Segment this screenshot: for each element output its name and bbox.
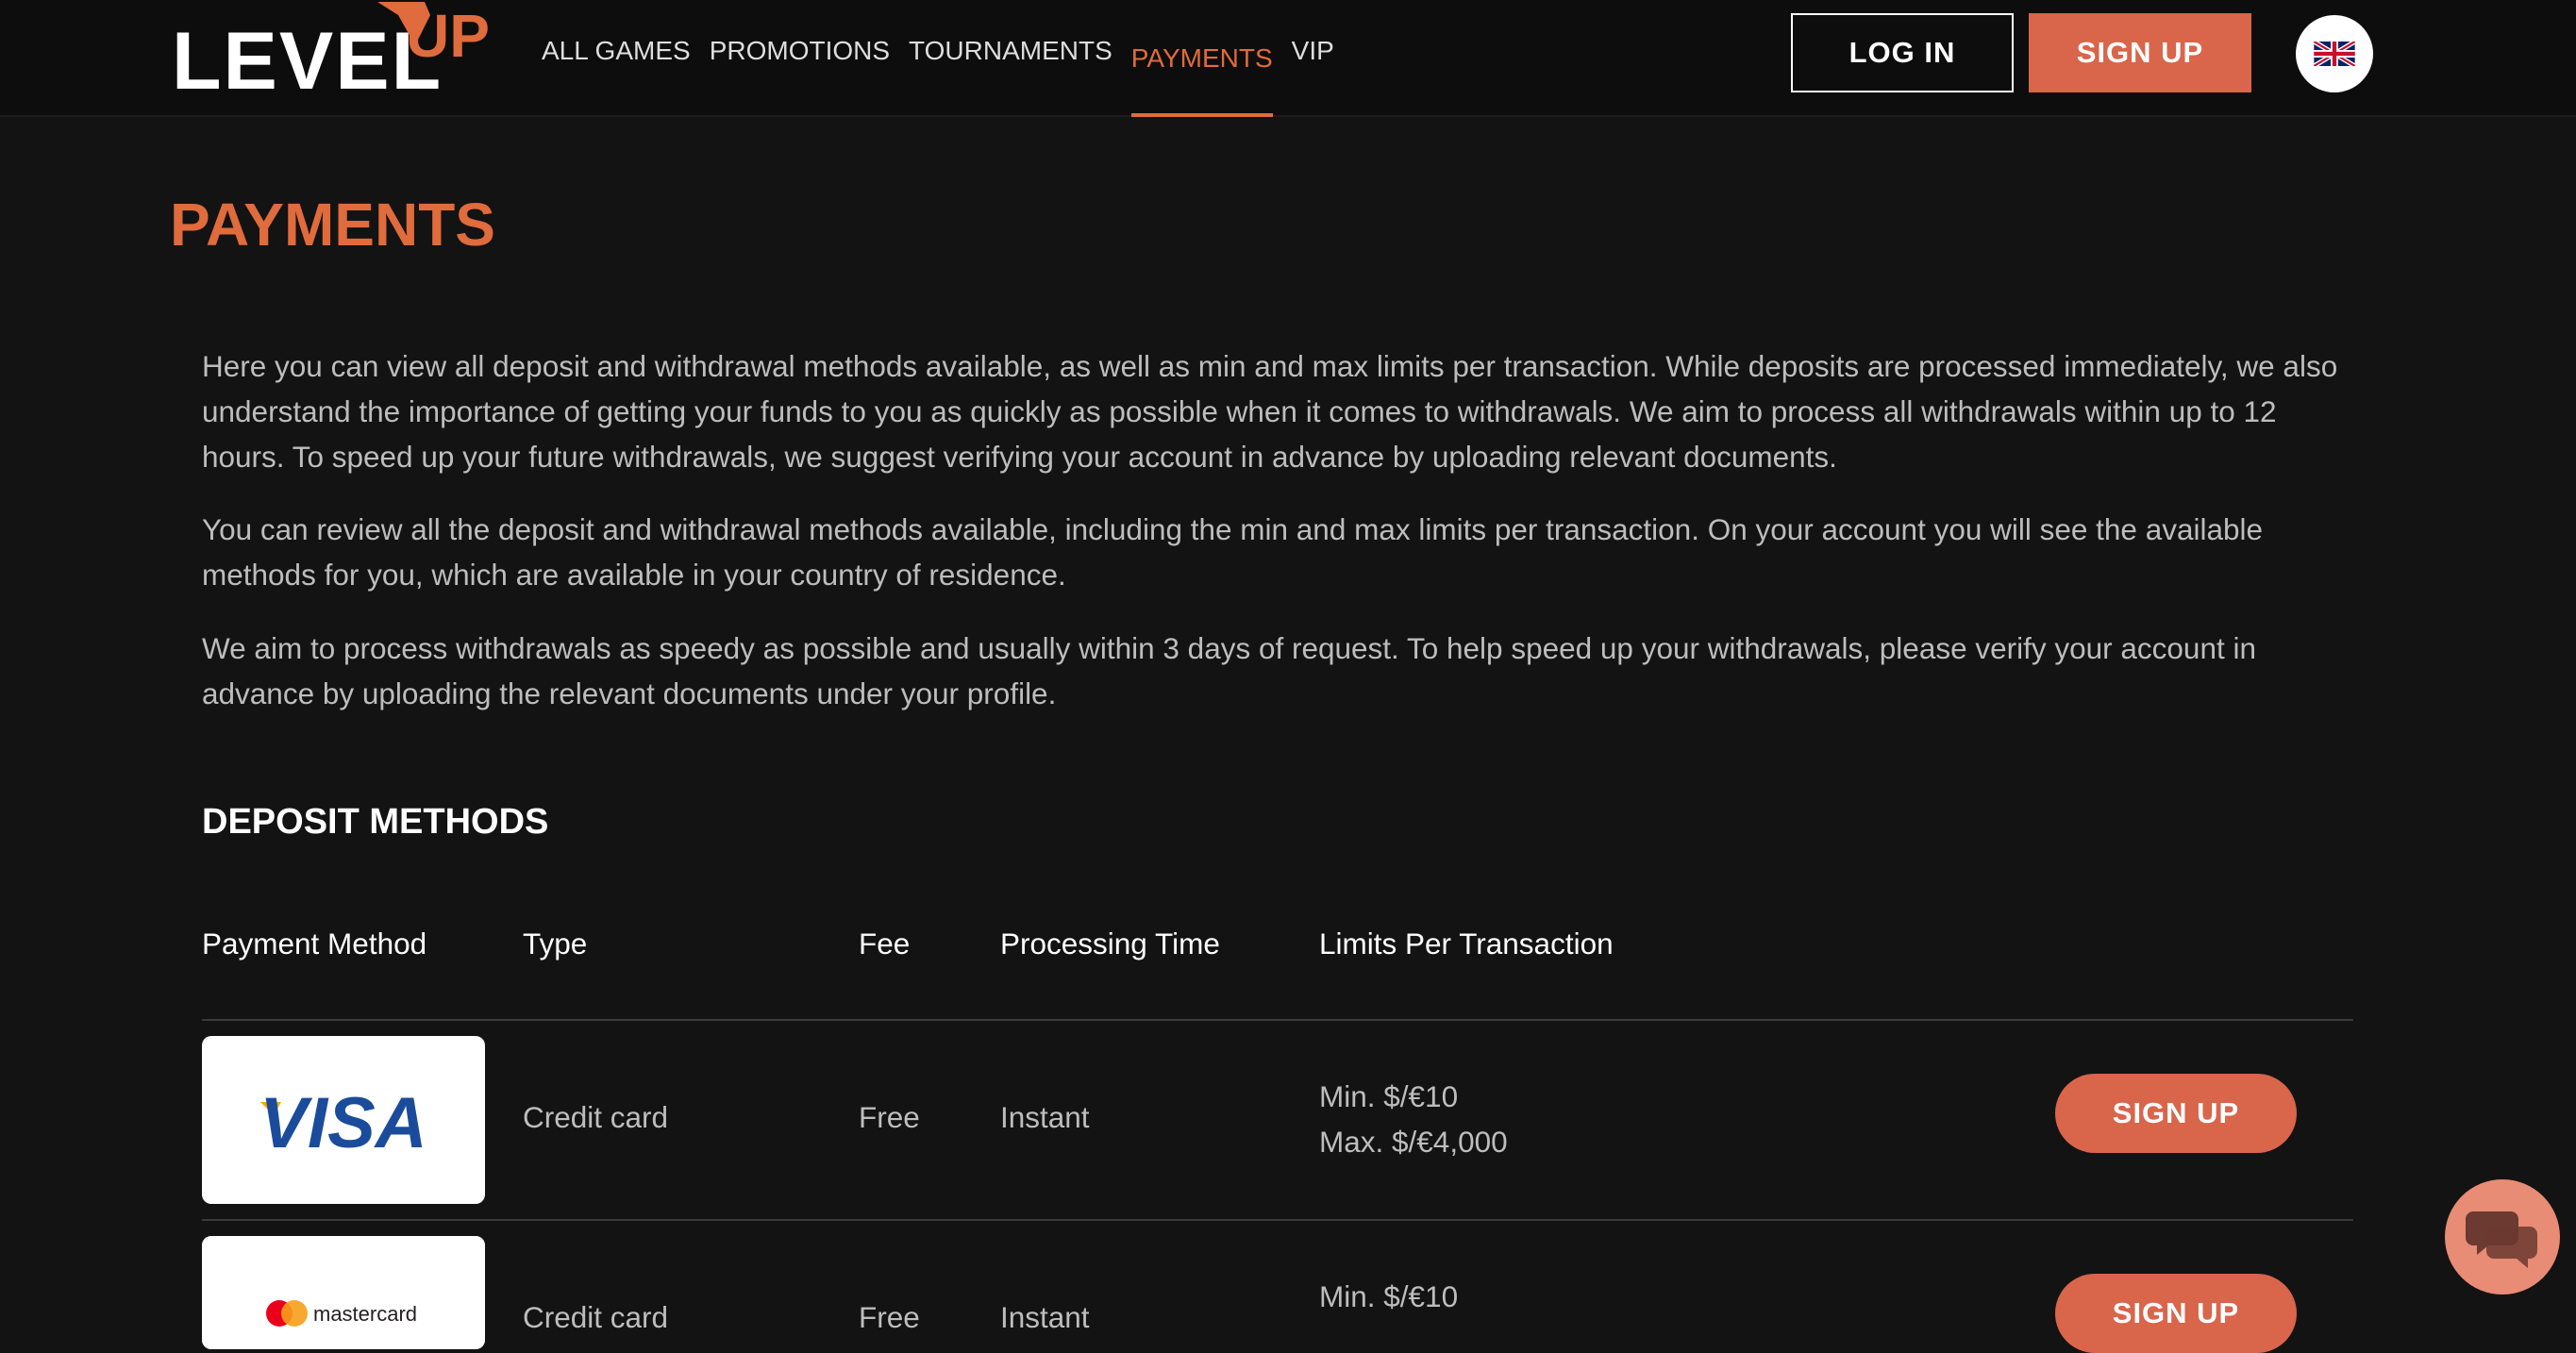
intro-paragraph-3: We aim to process withdrawals as speedy … bbox=[202, 631, 2256, 710]
row-processing-time: Instant bbox=[1000, 1100, 1090, 1134]
levelup-logo[interactable]: LEVEL UP bbox=[172, 2, 493, 102]
row-fee: Free bbox=[859, 1100, 920, 1134]
uk-flag-icon bbox=[2314, 42, 2355, 66]
mastercard-logo-card: mastercard bbox=[202, 1236, 485, 1349]
col-header-processing-time: Processing Time bbox=[1000, 927, 1220, 960]
page-title: PAYMENTS bbox=[170, 191, 495, 259]
chat-button[interactable] bbox=[2445, 1179, 2560, 1295]
deposit-methods-title: DEPOSIT METHODS bbox=[202, 802, 549, 842]
row-signup-button[interactable]: SIGN UP bbox=[2055, 1074, 2297, 1153]
nav-payments[interactable]: PAYMENTS bbox=[1130, 0, 1273, 117]
svg-text:VISA: VISA bbox=[259, 1083, 427, 1163]
mastercard-logo: mastercard bbox=[202, 1236, 485, 1349]
intro-paragraph-1: Here you can view all deposit and withdr… bbox=[202, 349, 2338, 474]
row-limit-min: Min. $/€10 bbox=[1319, 1079, 1459, 1113]
signup-button[interactable]: SIGN UP bbox=[2029, 13, 2251, 92]
nav-vip[interactable]: VIP bbox=[1292, 0, 1334, 102]
visa-logo-card: VISA bbox=[202, 1036, 485, 1204]
row-limits: Min. $/€10 Max. $/€4,000 bbox=[1319, 1074, 1508, 1164]
row-limits: Min. $/€10 bbox=[1319, 1274, 1458, 1319]
row-limit-min: Min. $/€10 bbox=[1319, 1279, 1459, 1313]
row-signup-button[interactable]: SIGN UP bbox=[2055, 1274, 2297, 1353]
row-type: Credit card bbox=[523, 1300, 669, 1334]
col-header-fee: Fee bbox=[859, 927, 911, 960]
nav-tournaments[interactable]: TOURNAMENTS bbox=[909, 0, 1112, 102]
nav-promotions[interactable]: PROMOTIONS bbox=[710, 0, 890, 102]
col-header-payment-method: Payment Method bbox=[202, 927, 427, 960]
nav-all-games[interactable]: ALL GAMES bbox=[542, 0, 691, 102]
table-divider bbox=[202, 1019, 2353, 1021]
language-selector[interactable] bbox=[2296, 15, 2373, 92]
site-header: LEVEL UP ALL GAMES PROMOTIONS TOURNAMENT… bbox=[0, 0, 2576, 117]
table-divider bbox=[202, 1219, 2353, 1221]
intro-paragraph-2: You can review all the deposit and withd… bbox=[202, 512, 2264, 592]
main-nav: ALL GAMES PROMOTIONS TOURNAMENTS PAYMENT… bbox=[542, 0, 1334, 117]
svg-text:mastercard: mastercard bbox=[313, 1302, 417, 1326]
chat-bubbles-icon bbox=[2466, 1211, 2537, 1268]
logo-up-text: UP bbox=[406, 2, 490, 70]
visa-logo: VISA bbox=[259, 1083, 427, 1163]
login-button[interactable]: LOG IN bbox=[1791, 13, 2014, 92]
col-header-type: Type bbox=[523, 927, 588, 960]
row-limit-max: Max. $/€4,000 bbox=[1319, 1125, 1508, 1159]
row-fee: Free bbox=[859, 1300, 920, 1334]
row-type: Credit card bbox=[523, 1100, 669, 1134]
col-header-limits: Limits Per Transaction bbox=[1319, 927, 1614, 960]
row-processing-time: Instant bbox=[1000, 1300, 1090, 1334]
